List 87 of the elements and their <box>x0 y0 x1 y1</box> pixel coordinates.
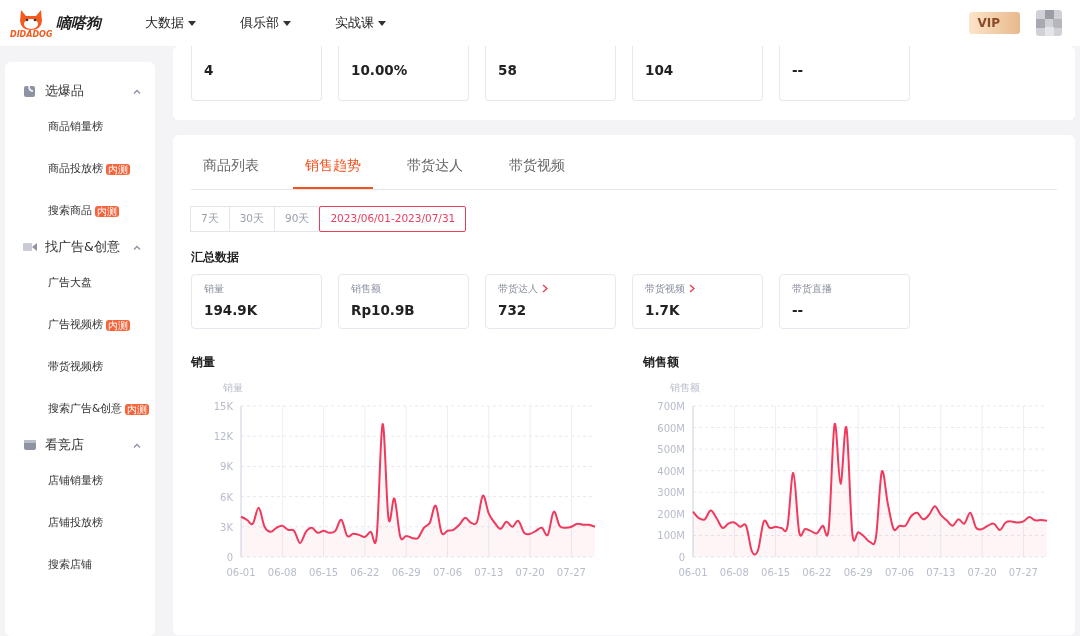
tick-label: 07-06 <box>884 567 915 579</box>
shop-icon <box>23 438 37 452</box>
tick-label: 600M <box>657 422 685 434</box>
nav-menu[interactable]: 大数据 <box>145 13 197 33</box>
tick-label: 06-22 <box>802 567 832 579</box>
stat-label: 带货直播 <box>792 282 832 296</box>
sidebar-item[interactable]: 店铺投放榜 <box>48 515 103 531</box>
stat-value: 194.9K <box>204 301 259 320</box>
tick-label: 300M <box>657 487 685 499</box>
stat-value: 1.7K <box>645 301 681 320</box>
caret-icon <box>283 20 292 26</box>
caret-icon <box>188 20 197 26</box>
sidebar-item[interactable]: 广告大盘 <box>48 275 92 291</box>
stat-value: Rp10.9B <box>351 301 416 320</box>
stat-value: -- <box>792 61 805 80</box>
sidebar-item[interactable]: 搜索店铺 <box>48 557 92 573</box>
date-range-button[interactable]: 2023/06/01-2023/07/31 <box>319 206 467 232</box>
sidebar-group[interactable]: 找广告&创意 <box>5 232 155 262</box>
tick-label: 06-29 <box>843 567 873 579</box>
nav-menu[interactable]: 实战课 <box>335 13 387 33</box>
tick-label: 07-20 <box>967 567 997 579</box>
tick-label: 06-15 <box>309 567 339 579</box>
tick-label: 15K <box>213 401 233 413</box>
sidebar-item[interactable]: 带货视频榜 <box>48 359 103 375</box>
chart-title: 销量 <box>191 354 216 372</box>
axis-title: 销量 <box>223 382 243 394</box>
axis-title: 销售额 <box>670 382 700 394</box>
sidebar-item[interactable]: 广告视频榜 <box>48 317 103 333</box>
vip-badge[interactable]: VIP <box>969 12 1020 34</box>
beta-badge: 内测 <box>125 403 150 415</box>
tick-label: 12K <box>213 431 233 443</box>
tick-label: 06-15 <box>761 567 791 579</box>
beta-badge: 内测 <box>106 163 130 175</box>
tick-label: 200M <box>657 509 685 521</box>
beta-badge: 内测 <box>95 205 119 217</box>
tab[interactable]: 带货达人 <box>395 143 475 190</box>
stat-value: 104 <box>645 61 675 80</box>
sidebar-item[interactable]: 搜索商品 <box>48 203 92 219</box>
stat-value: 4 <box>204 61 215 80</box>
tick-label: 0 <box>226 552 233 564</box>
stat-label: 销售额 <box>351 282 381 296</box>
tick-label: 06-22 <box>350 567 380 579</box>
bag-icon <box>23 84 37 98</box>
sidebar-item[interactable]: 商品投放榜 <box>48 161 103 177</box>
video-camera-icon <box>23 240 37 254</box>
stat-value: 10.00% <box>351 61 409 80</box>
tick-label: 07-27 <box>1008 567 1038 579</box>
sidebar-item[interactable]: 商品销量榜 <box>48 119 103 135</box>
section-title: 汇总数据 <box>191 249 240 266</box>
tick-label: 07-13 <box>474 567 504 579</box>
caret-icon <box>378 20 387 26</box>
sidebar-group[interactable]: 看竞店 <box>5 430 155 460</box>
stat-value: 58 <box>498 61 518 80</box>
sidebar-item[interactable]: 搜索广告&创意 <box>48 401 123 417</box>
tick-label: 3K <box>220 522 233 534</box>
tab[interactable]: 商品列表 <box>191 143 271 190</box>
tab[interactable]: 带货视频 <box>497 143 577 190</box>
tick-label: 6K <box>220 491 233 503</box>
chart-title: 销售额 <box>643 354 680 372</box>
tick-label: 0 <box>678 552 685 564</box>
brand-name: 嘀嗒狗 <box>56 12 102 34</box>
tick-label: 06-08 <box>267 567 297 579</box>
logo-caption: DIDADOG <box>10 31 53 39</box>
tick-label: 9K <box>220 461 233 473</box>
tick-label: 06-01 <box>226 567 256 579</box>
beta-badge: 内测 <box>106 319 130 331</box>
sidebar-item[interactable]: 店铺销量榜 <box>48 473 103 489</box>
tick-label: 06-08 <box>719 567 749 579</box>
tick-label: 400M <box>657 465 685 477</box>
stat-label: 带货达人 <box>498 282 538 296</box>
tick-label: 100M <box>657 530 685 542</box>
tick-label: 07-13 <box>926 567 956 579</box>
tick-label: 07-27 <box>556 567 586 579</box>
tick-label: 500M <box>657 444 685 456</box>
tick-label: 700M <box>657 401 685 413</box>
nav-menu[interactable]: 俱乐部 <box>240 13 292 33</box>
stat-value: -- <box>792 301 805 320</box>
tab[interactable]: 销售趋势 <box>293 143 373 190</box>
tick-label: 07-20 <box>515 567 545 579</box>
sidebar-group[interactable]: 选爆品 <box>5 76 155 106</box>
avatar-icon <box>1036 10 1062 36</box>
stat-value: 732 <box>498 301 528 320</box>
tick-label: 06-01 <box>678 567 708 579</box>
tick-label: 06-29 <box>391 567 421 579</box>
stat-label: 带货视频 <box>645 282 685 296</box>
stat-label: 销量 <box>204 282 224 296</box>
tick-label: 07-06 <box>432 567 463 579</box>
